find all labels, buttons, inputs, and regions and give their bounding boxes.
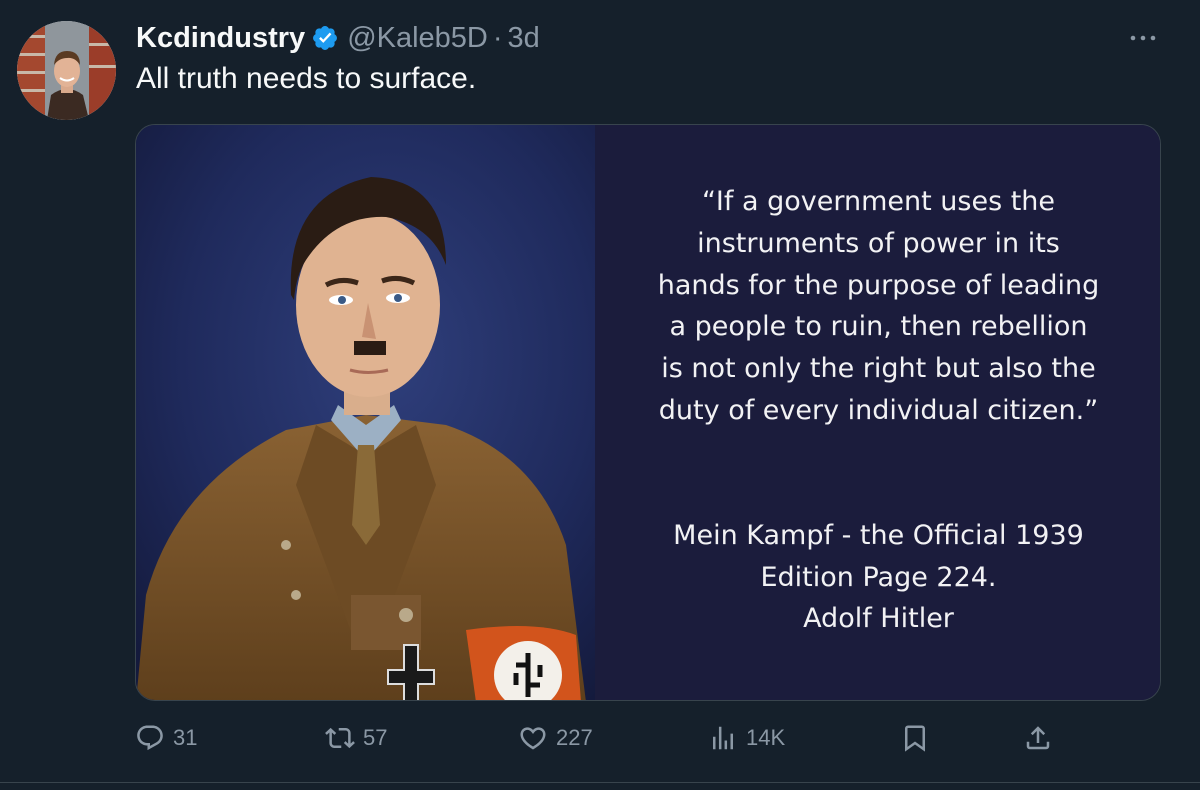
bookmark-button[interactable] [900, 718, 930, 758]
reply-button[interactable]: 31 [135, 718, 197, 758]
share-button[interactable] [1023, 718, 1053, 758]
quote-text: “If a government uses the instruments of… [595, 181, 1160, 432]
quote-line: is not only the right but also the [661, 353, 1096, 385]
like-count: 227 [556, 725, 593, 750]
quote-line: hands for the purpose of leading [657, 269, 1100, 301]
tweet-media[interactable]: “If a government uses the instruments of… [135, 124, 1161, 701]
repost-button[interactable]: 57 [325, 718, 387, 758]
heart-icon [520, 727, 546, 750]
tweet[interactable]: Kcdindustry @Kaleb5D · 3d All truth need… [0, 0, 1200, 790]
views-button[interactable]: 14K [708, 718, 785, 758]
verified-badge-icon [313, 26, 338, 50]
attribution-line: Adolf Hitler [803, 603, 954, 634]
repost-icon [325, 727, 355, 749]
like-button[interactable]: 227 [518, 718, 593, 758]
bookmark-icon [905, 725, 925, 752]
avatar[interactable] [17, 21, 116, 120]
avatar-photo [17, 21, 116, 120]
quote-panel: “If a government uses the instruments of… [595, 125, 1160, 700]
portrait-painting [136, 125, 595, 700]
separator-dot: · [492, 21, 503, 54]
views-count: 14K [746, 725, 786, 750]
quote-line: duty of every individual citizen.” [658, 394, 1099, 426]
quote-attribution: Mein Kampf - the Official 1939 Edition P… [595, 515, 1160, 640]
views-icon [713, 726, 733, 750]
quote-line: a people to ruin, then rebellion [669, 311, 1088, 343]
action-bar: 31 57 227 14K [0, 718, 1200, 758]
handle[interactable]: @Kaleb5D [347, 22, 488, 55]
quote-line: “If a government uses the [701, 186, 1056, 217]
repost-count: 57 [363, 725, 388, 750]
tweet-text: All truth needs to surface. [136, 62, 477, 95]
more-horizontal-icon[interactable] [1126, 24, 1160, 52]
attribution-line: Mein Kampf - the Official 1939 [673, 520, 1084, 551]
reply-icon [137, 725, 163, 751]
attribution-line: Edition Page 224. [760, 561, 997, 593]
reply-count: 31 [173, 725, 198, 750]
tweet-header: Kcdindustry @Kaleb5D · 3d [136, 18, 540, 58]
timestamp[interactable]: 3d [508, 22, 540, 55]
divider [0, 782, 1200, 783]
display-name[interactable]: Kcdindustry [136, 22, 305, 55]
quote-line: instruments of power in its [697, 227, 1060, 259]
share-icon [1026, 726, 1050, 750]
